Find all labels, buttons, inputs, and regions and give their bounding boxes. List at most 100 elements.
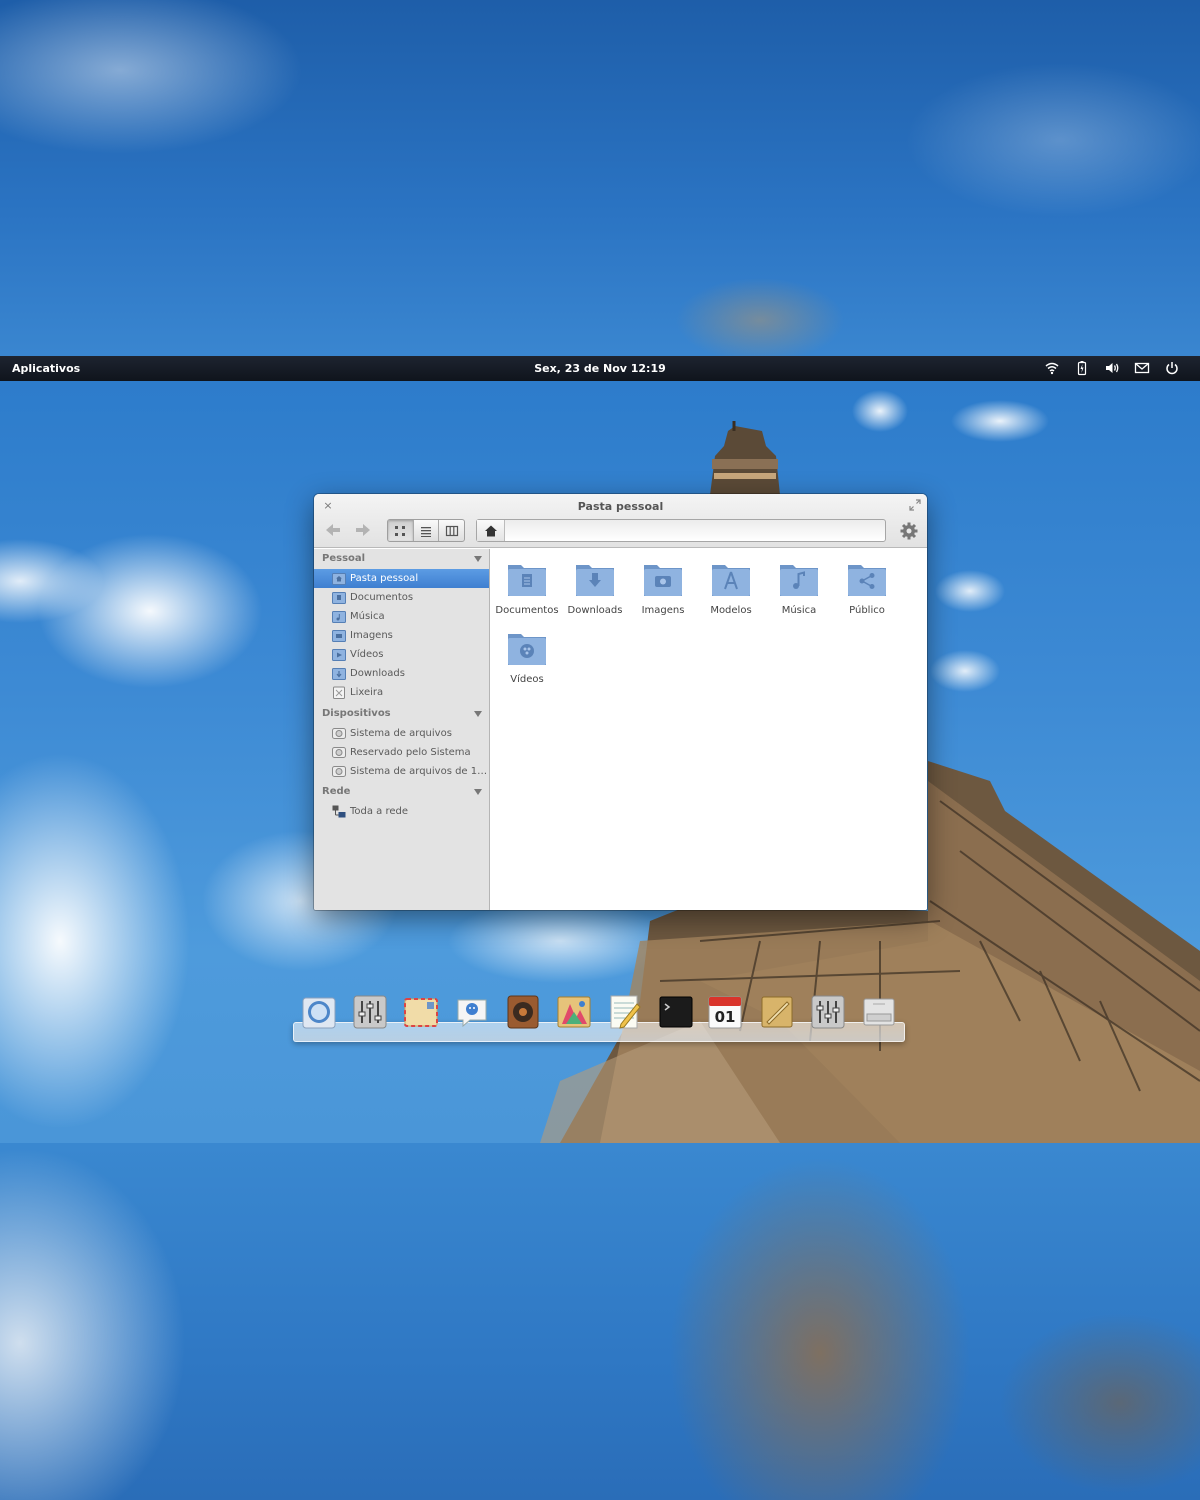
sidebar-item-label: Pasta pessoal	[350, 573, 419, 584]
notes-icon[interactable]	[759, 994, 795, 1030]
file-item-imagens[interactable]: Imagens	[629, 557, 697, 616]
network-icon	[332, 805, 346, 818]
documents-folder-icon	[508, 565, 546, 596]
file-item-publico[interactable]: Público	[833, 557, 901, 616]
file-manager-window: × Pasta pessoal Pessoal Pasta pessoal Do…	[314, 494, 927, 910]
list-view-icon	[421, 526, 431, 537]
sidebar-heading-dispositivos[interactable]: Dispositivos	[322, 708, 484, 724]
text-editor-icon[interactable]	[607, 994, 643, 1030]
file-name-label: Vídeos	[510, 674, 544, 685]
calendar-icon[interactable]: 01	[707, 994, 743, 1030]
public-folder-icon	[848, 565, 886, 596]
power-icon[interactable]	[1164, 360, 1180, 376]
mail-app-icon[interactable]	[403, 994, 439, 1030]
equalizer-icon[interactable]	[352, 994, 388, 1030]
sidebar-item-documentos[interactable]: Documentos	[314, 588, 489, 607]
sidebar-item-pasta-pessoal[interactable]: Pasta pessoal	[314, 569, 489, 588]
system-tray	[1044, 360, 1180, 376]
sidebar-item-label: Downloads	[350, 668, 405, 679]
sidebar-heading-label: Dispositivos	[322, 708, 391, 719]
clock[interactable]: Sex, 23 de Nov 12:19	[534, 362, 666, 375]
pictures-folder-icon	[332, 630, 346, 642]
columns-view-icon	[445, 525, 458, 536]
grid-view-button[interactable]	[388, 520, 414, 541]
downloads-folder-icon	[576, 565, 614, 596]
path-home-button[interactable]	[477, 520, 505, 541]
file-name-label: Imagens	[641, 605, 685, 616]
videos-folder-icon	[332, 649, 346, 661]
sidebar-item-label: Toda a rede	[350, 806, 409, 817]
sidebar-item-network[interactable]: Toda a rede	[314, 802, 489, 821]
drive-icon	[332, 747, 346, 758]
sidebar-item-label: Música	[350, 611, 385, 622]
collapse-arrow-icon	[474, 789, 482, 795]
sidebar-item-imagens[interactable]: Imagens	[314, 626, 489, 645]
disk-utility-icon[interactable]	[861, 994, 897, 1030]
gear-icon[interactable]	[899, 521, 919, 541]
columns-view-button[interactable]	[439, 520, 464, 541]
sidebar-item-musica[interactable]: Música	[314, 607, 489, 626]
sidebar-heading-rede[interactable]: Rede	[322, 786, 484, 802]
sidebar-item-label: Documentos	[350, 592, 414, 603]
file-item-videos[interactable]: Vídeos	[493, 626, 561, 685]
videos-folder-icon	[508, 634, 546, 665]
music-folder-icon	[332, 611, 346, 623]
view-mode-switcher	[387, 519, 465, 542]
sidebar-heading-pessoal[interactable]: Pessoal	[322, 553, 484, 569]
sidebar-heading-label: Pessoal	[322, 553, 366, 564]
top-panel: Aplicativos Sex, 23 de Nov 12:19	[0, 356, 1200, 381]
volume-icon[interactable]	[1104, 360, 1120, 376]
file-item-modelos[interactable]: Modelos	[697, 557, 765, 616]
music-folder-icon	[780, 565, 818, 596]
file-name-label: Música	[781, 605, 817, 616]
home-folder-icon	[332, 573, 346, 585]
location-pathbar[interactable]	[476, 519, 886, 542]
pictures-folder-icon	[644, 565, 682, 596]
file-view: Documentos Downloads Imagens Modelos Mús…	[491, 549, 927, 910]
file-item-downloads[interactable]: Downloads	[561, 557, 629, 616]
file-name-label: Documentos	[495, 605, 559, 616]
collapse-arrow-icon	[474, 556, 482, 562]
sidebar-item-label: Vídeos	[350, 649, 384, 660]
sidebar-item-videos[interactable]: Vídeos	[314, 645, 489, 664]
settings-icon[interactable]	[810, 994, 846, 1030]
file-item-musica[interactable]: Música	[765, 557, 833, 616]
maximize-icon[interactable]	[909, 499, 921, 511]
blurred-backdrop-top	[0, 0, 1200, 356]
collapse-arrow-icon	[474, 711, 482, 717]
battery-icon[interactable]	[1074, 360, 1090, 376]
grid-view-icon	[395, 525, 406, 536]
applications-menu[interactable]: Aplicativos	[12, 362, 80, 375]
sidebar-item-downloads[interactable]: Downloads	[314, 664, 489, 683]
sidebar-item-filesystem[interactable]: Sistema de arquivos	[314, 724, 489, 743]
sidebar-item-label: Sistema de arquivos	[350, 728, 452, 739]
file-item-documentos[interactable]: Documentos	[493, 557, 561, 616]
file-name-label: Downloads	[567, 605, 623, 616]
documents-folder-icon	[332, 592, 346, 604]
terminal-icon[interactable]	[658, 994, 694, 1030]
wifi-icon[interactable]	[1044, 360, 1060, 376]
blurred-backdrop-bottom	[0, 1143, 1200, 1500]
sidebar-heading-label: Rede	[322, 786, 351, 797]
forward-arrow-icon[interactable]	[352, 520, 374, 540]
chat-icon[interactable]	[454, 994, 490, 1030]
sidebar-item-label: Imagens	[350, 630, 393, 641]
list-view-button[interactable]	[414, 520, 440, 541]
drive-icon	[332, 766, 346, 777]
mail-icon[interactable]	[1134, 360, 1150, 376]
trash-icon	[333, 686, 345, 699]
sidebar-item-label: Lixeira	[350, 687, 384, 698]
sidebar-item-filesystem-11[interactable]: Sistema de arquivos de 11...	[314, 762, 489, 781]
sidebar-item-label: Reservado pelo Sistema	[350, 747, 471, 758]
window-headerbar: × Pasta pessoal	[314, 494, 927, 548]
window-title: Pasta pessoal	[577, 500, 664, 513]
music-player-icon[interactable]	[505, 994, 541, 1030]
home-icon	[484, 525, 497, 536]
sidebar-item-lixeira[interactable]: Lixeira	[314, 683, 489, 702]
photos-icon[interactable]	[556, 994, 592, 1030]
calendar-day: 01	[714, 1008, 736, 1026]
sidebar-item-system-reserved[interactable]: Reservado pelo Sistema	[314, 743, 489, 762]
back-arrow-icon[interactable]	[322, 520, 344, 540]
drive-icon	[332, 728, 346, 739]
browser-icon[interactable]	[301, 994, 337, 1030]
